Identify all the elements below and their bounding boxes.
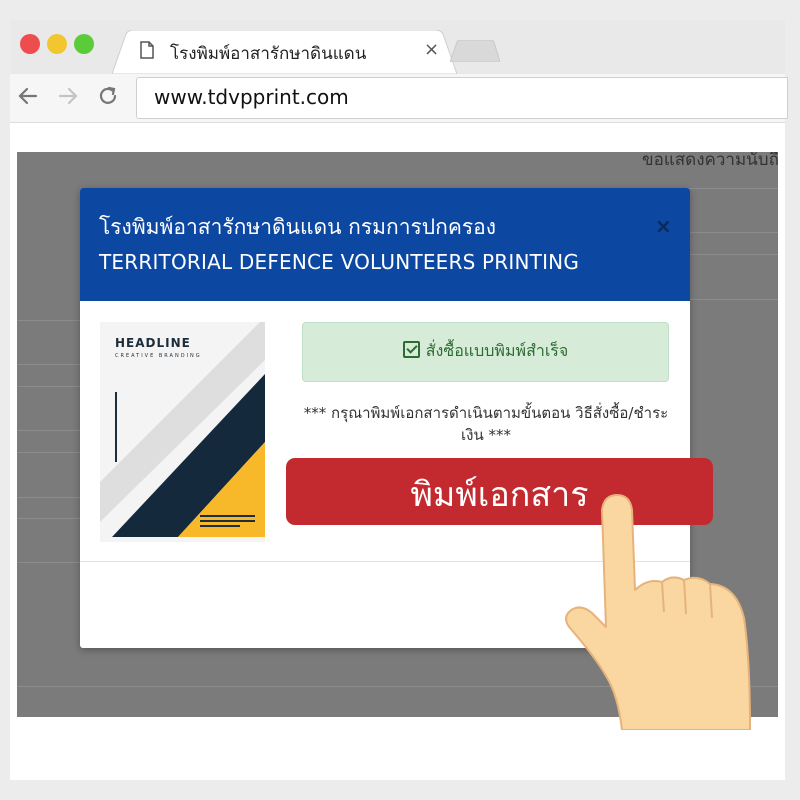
- reload-icon[interactable]: [96, 84, 120, 108]
- background-divider: [687, 299, 778, 300]
- document-icon: [140, 41, 154, 59]
- background-divider: [687, 232, 778, 233]
- background-divider: [17, 430, 87, 431]
- close-window-button[interactable]: [20, 34, 40, 54]
- toolbar: www.tdvpprint.com: [10, 74, 788, 123]
- background-divider: [17, 320, 87, 321]
- tab-bar: โรงพิมพ์อาสารักษาดินแดน ×: [10, 20, 785, 74]
- modal-title-thai: โรงพิมพ์อาสารักษาดินแดน กรมการปกครอง: [99, 215, 497, 239]
- check-square-icon: [402, 341, 420, 358]
- poster-subtitle: CREATIVE BRANDING: [115, 353, 202, 359]
- background-divider: [687, 188, 778, 189]
- background-divider: [17, 386, 87, 387]
- modal-title-english: TERRITORIAL DEFENCE VOLUNTEERS PRINTING: [99, 250, 580, 274]
- url-text: www.tdvpprint.com: [154, 85, 349, 109]
- background-divider: [17, 518, 87, 519]
- background-divider: [17, 452, 87, 453]
- forward-arrow-icon[interactable]: [56, 84, 80, 108]
- tab-title: โรงพิมพ์อาสารักษาดินแดน: [170, 44, 367, 64]
- background-divider: [17, 364, 87, 365]
- maximize-window-button[interactable]: [74, 34, 94, 54]
- back-arrow-icon[interactable]: [16, 84, 40, 108]
- instruction-text: *** กรุณาพิมพ์เอกสารดำเนินตามขั้นตอน วิธ…: [303, 404, 669, 444]
- success-message: สั่งซื้อแบบพิมพ์สำเร็จ: [425, 341, 569, 360]
- success-alert: สั่งซื้อแบบพิมพ์สำเร็จ: [302, 322, 669, 382]
- browser-tab[interactable]: โรงพิมพ์อาสารักษาดินแดน ×: [112, 30, 457, 74]
- background-text: ขอแสดงความนับถือ: [642, 152, 778, 170]
- address-bar[interactable]: www.tdvpprint.com: [136, 77, 788, 119]
- poster-headline: HEADLINE: [115, 336, 191, 350]
- modal-close-icon[interactable]: ×: [655, 214, 672, 238]
- minimize-window-button[interactable]: [47, 34, 67, 54]
- background-divider: [687, 254, 778, 255]
- background-divider: [17, 562, 87, 563]
- pointing-hand-icon: [565, 494, 751, 730]
- new-tab-button[interactable]: [450, 40, 500, 62]
- tab-close-icon[interactable]: ×: [424, 39, 439, 60]
- modal-header: โรงพิมพ์อาสารักษาดินแดน กรมการปกครอง TER…: [80, 188, 690, 301]
- background-divider: [17, 497, 87, 498]
- document-preview-image: HEADLINE CREATIVE BRANDING: [100, 322, 265, 542]
